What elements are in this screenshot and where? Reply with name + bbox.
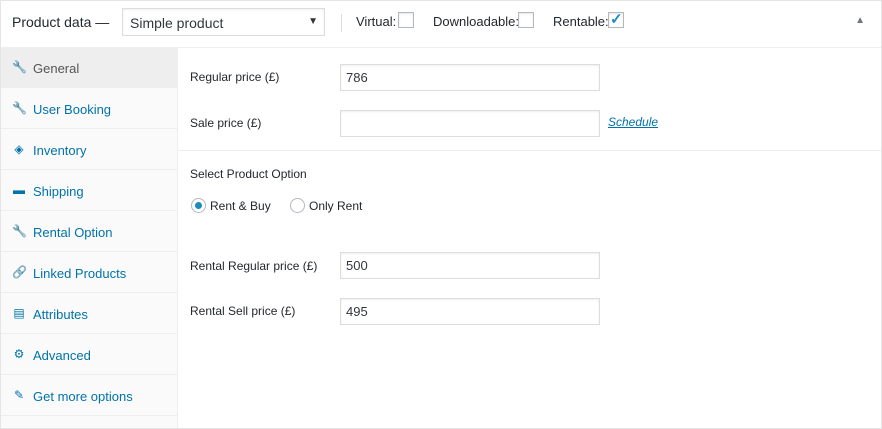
- rental-regular-price-input[interactable]: 500: [340, 252, 600, 279]
- checkmark-icon: ✓: [610, 11, 623, 28]
- virtual-label: Virtual:: [356, 14, 397, 29]
- link-icon: 🔗: [12, 265, 27, 279]
- product-data-tabs: 🔧 General 🔧 User Booking ◈ Inventory ▬ S…: [1, 48, 178, 428]
- tab-label: General: [33, 61, 80, 76]
- schedule-link[interactable]: Schedule: [608, 115, 658, 129]
- tab-advanced[interactable]: ⚙ Advanced: [1, 335, 177, 375]
- select-product-option-title: Select Product Option: [190, 167, 307, 181]
- regular-price-label: Regular price (£): [190, 70, 280, 84]
- tab-inventory[interactable]: ◈ Inventory: [1, 130, 177, 170]
- product-data-panel: Product data — Simple product ▼ Virtual:…: [0, 0, 882, 429]
- wrench-icon: 🔧: [12, 60, 27, 74]
- sale-price-label: Sale price (£): [190, 116, 262, 130]
- product-type-value: Simple product: [130, 15, 224, 31]
- rentable-label: Rentable:: [553, 14, 609, 29]
- wrench-icon: 🔧: [12, 224, 27, 238]
- tab-label: Attributes: [33, 307, 88, 322]
- general-panel: Regular price (£) 786 Sale price (£) Sch…: [178, 48, 881, 428]
- panel-header: Product data — Simple product ▼ Virtual:…: [1, 1, 881, 48]
- tab-user-booking[interactable]: 🔧 User Booking: [1, 89, 177, 129]
- collapse-toggle-icon[interactable]: ▲: [855, 15, 865, 26]
- tab-attributes[interactable]: ▤ Attributes: [1, 294, 177, 334]
- tab-linked-products[interactable]: 🔗 Linked Products: [1, 253, 177, 293]
- tab-label: Shipping: [33, 184, 84, 199]
- rentable-checkbox[interactable]: ✓: [608, 11, 624, 28]
- truck-icon: ▬: [13, 183, 25, 197]
- list-icon: ▤: [13, 306, 25, 320]
- gear-icon: ⚙: [13, 347, 25, 361]
- rental-sell-price-value: 495: [346, 304, 368, 319]
- tab-label: Rental Option: [33, 225, 113, 240]
- downloadable-checkbox[interactable]: [518, 12, 534, 28]
- rental-regular-price-label: Rental Regular price (£): [190, 259, 318, 273]
- section-divider: [178, 150, 881, 151]
- radio-selected-dot: [195, 202, 202, 209]
- virtual-checkbox[interactable]: [398, 12, 414, 28]
- sale-price-input[interactable]: [340, 110, 600, 137]
- tab-shipping[interactable]: ▬ Shipping: [1, 171, 177, 211]
- product-type-select[interactable]: Simple product ▼: [122, 8, 325, 36]
- wrench-icon: 🔧: [12, 101, 27, 115]
- tab-get-more-options[interactable]: ✎ Get more options: [1, 376, 177, 416]
- regular-price-input[interactable]: 786: [340, 64, 600, 91]
- rental-regular-price-value: 500: [346, 258, 368, 273]
- header-divider: [341, 14, 342, 32]
- tab-label: Advanced: [33, 348, 91, 363]
- chevron-down-icon: ▼: [308, 16, 318, 27]
- tab-label: Linked Products: [33, 266, 127, 281]
- tab-label: User Booking: [33, 102, 112, 117]
- tab-general[interactable]: 🔧 General: [1, 48, 177, 88]
- rental-sell-price-input[interactable]: 495: [340, 298, 600, 325]
- rent-buy-label[interactable]: Rent & Buy: [210, 199, 271, 213]
- panel-title: Product data —: [12, 14, 110, 30]
- only-rent-label[interactable]: Only Rent: [309, 199, 362, 213]
- tab-label: Get more options: [33, 389, 133, 404]
- rent-buy-radio[interactable]: [191, 198, 206, 213]
- tab-rental-option[interactable]: 🔧 Rental Option: [1, 212, 177, 252]
- regular-price-value: 786: [346, 70, 368, 85]
- plugin-icon: ✎: [13, 388, 25, 402]
- tag-icon: ◈: [14, 142, 24, 156]
- tab-label: Inventory: [33, 143, 87, 158]
- only-rent-radio[interactable]: [290, 198, 305, 213]
- downloadable-label: Downloadable:: [433, 14, 520, 29]
- rental-sell-price-label: Rental Sell price (£): [190, 304, 296, 318]
